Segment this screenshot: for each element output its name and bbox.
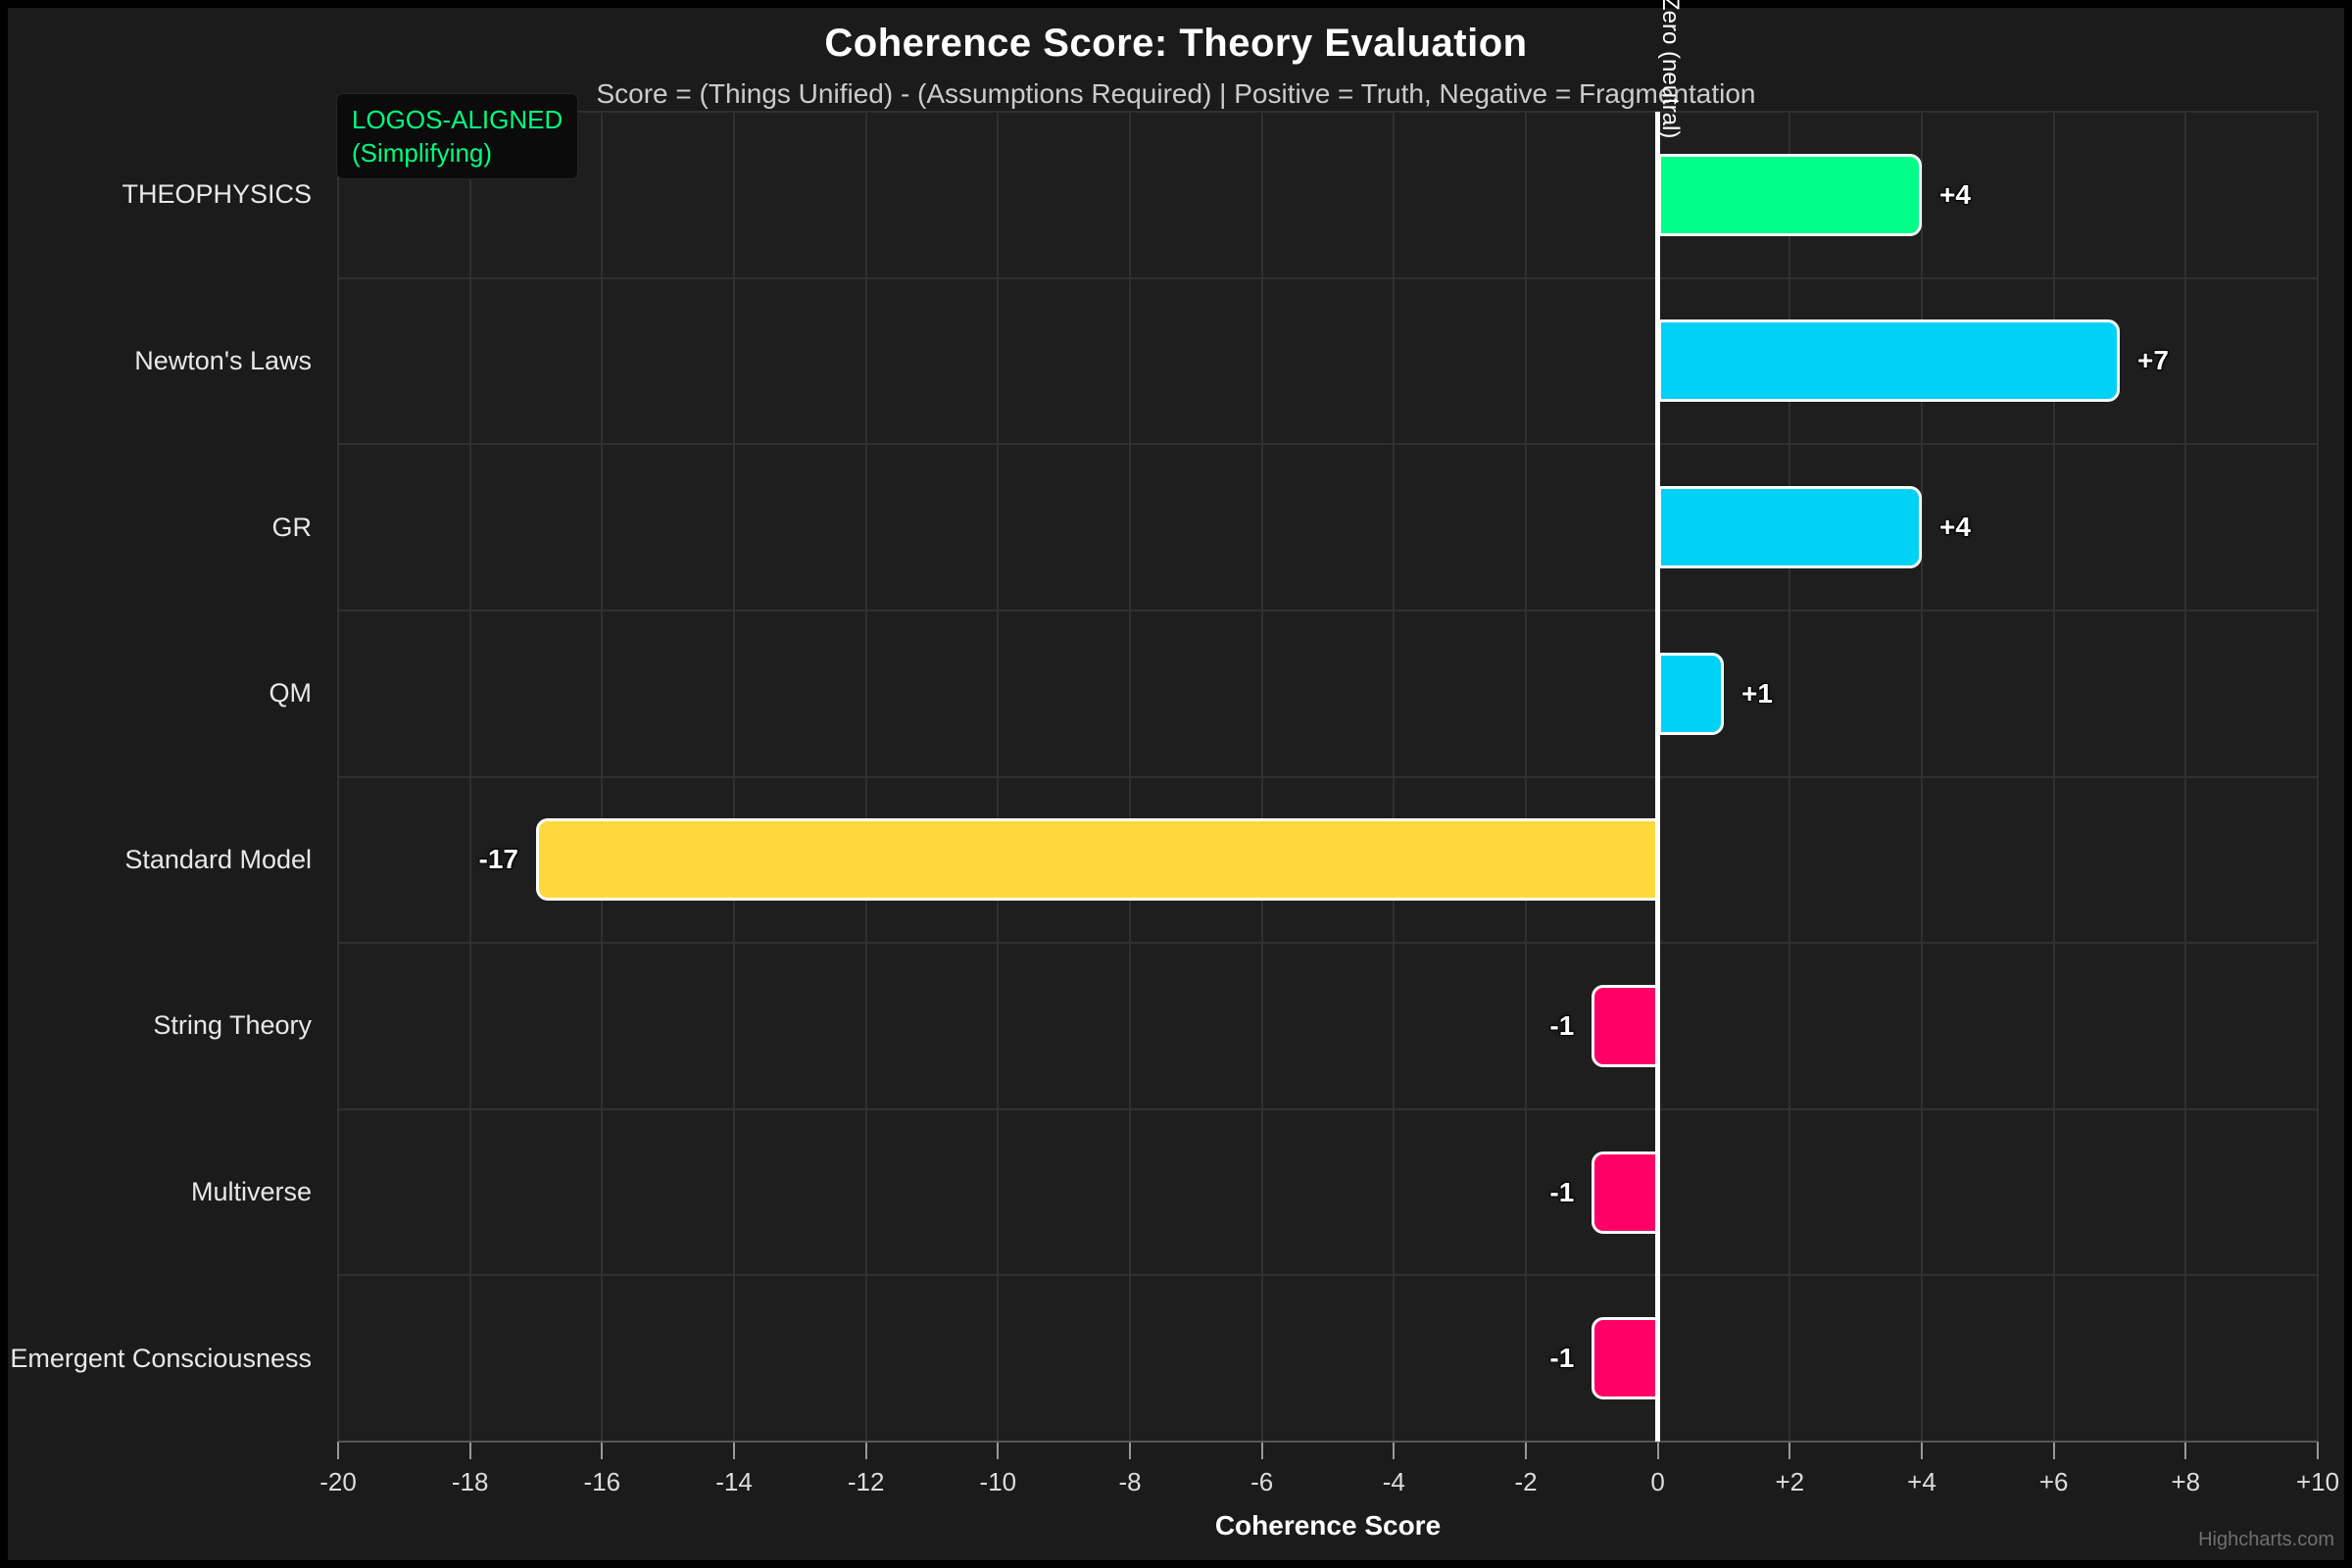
data-label-multiverse: -1	[1549, 1152, 1574, 1234]
x-axis-tick	[1393, 1442, 1395, 1459]
x-tick-label--12: -12	[817, 1467, 915, 1497]
x-tick-label--16: -16	[553, 1467, 651, 1497]
x-tick-label-0: 0	[1609, 1467, 1707, 1497]
data-label-gr: +4	[1939, 486, 1971, 568]
x-axis-tick	[1525, 1442, 1527, 1459]
zero-plotline	[1655, 112, 1660, 1442]
x-tick-label--2: -2	[1477, 1467, 1575, 1497]
x-tick-label-+4: +4	[1873, 1467, 1971, 1497]
row-gridline	[338, 610, 2318, 612]
annotation-line-1: LOGOS-ALIGNED	[352, 103, 563, 136]
x-axis-tick	[337, 1442, 339, 1459]
x-axis-tick	[1788, 1442, 1790, 1459]
x-axis-tick	[601, 1442, 603, 1459]
x-axis-tick	[2184, 1442, 2186, 1459]
bar-emergent-consciousness[interactable]	[1592, 1317, 1657, 1399]
bar-gr[interactable]	[1658, 486, 1922, 568]
x-axis-line	[338, 1441, 2318, 1443]
category-label-newton-s-laws: Newton's Laws	[8, 278, 312, 445]
data-label-newton-s-laws: +7	[2137, 319, 2169, 402]
bar-newton-s-laws[interactable]	[1658, 319, 2120, 402]
category-label-standard-model: Standard Model	[8, 777, 312, 944]
row-gridline	[338, 443, 2318, 445]
annotation-logos-aligned: LOGOS-ALIGNED (Simplifying)	[336, 93, 578, 179]
x-tick-label--20: -20	[289, 1467, 387, 1497]
row-gridline	[338, 1108, 2318, 1110]
data-label-theophysics: +4	[1939, 154, 1971, 236]
x-tick-label--10: -10	[949, 1467, 1047, 1497]
row-gridline	[338, 942, 2318, 944]
zero-plotline-label: Zero (neutral)	[1656, 0, 1684, 138]
x-axis-tick	[1657, 1442, 1659, 1459]
x-axis-tick	[997, 1442, 999, 1459]
annotation-line-2: (Simplifying)	[352, 136, 563, 170]
x-axis-tick	[733, 1442, 735, 1459]
row-gridline	[338, 1274, 2318, 1276]
category-label-string-theory: String Theory	[8, 943, 312, 1109]
bar-theophysics[interactable]	[1658, 154, 1922, 236]
x-axis-tick	[469, 1442, 471, 1459]
data-label-emergent-consciousness: -1	[1549, 1317, 1574, 1399]
category-label-emergent-consciousness: Emergent Consciousness	[8, 1275, 312, 1442]
x-axis-title: Coherence Score	[338, 1510, 2318, 1542]
x-tick-label-+8: +8	[2136, 1467, 2234, 1497]
x-axis-tick	[865, 1442, 867, 1459]
x-axis-tick	[1921, 1442, 1923, 1459]
x-tick-label--8: -8	[1081, 1467, 1179, 1497]
x-tick-label--6: -6	[1213, 1467, 1311, 1497]
coherence-bar-chart: Coherence Score: Theory Evaluation Score…	[8, 8, 2344, 1560]
x-tick-label-+2: +2	[1740, 1467, 1838, 1497]
chart-title: Coherence Score: Theory Evaluation	[8, 22, 2344, 66]
x-axis-tick	[2053, 1442, 2055, 1459]
highcharts-credit[interactable]: Highcharts.com	[2198, 1529, 2334, 1551]
data-label-qm: +1	[1741, 653, 1773, 735]
category-label-qm: QM	[8, 611, 312, 777]
data-label-standard-model: -17	[479, 818, 518, 901]
bar-multiverse[interactable]	[1592, 1152, 1657, 1234]
row-gridline	[338, 776, 2318, 778]
row-gridline	[338, 111, 2318, 113]
x-tick-label--18: -18	[421, 1467, 519, 1497]
data-label-string-theory: -1	[1549, 985, 1574, 1067]
row-gridline	[338, 277, 2318, 279]
x-tick-label--14: -14	[685, 1467, 783, 1497]
x-axis-tick	[1129, 1442, 1131, 1459]
x-tick-label-+6: +6	[2005, 1467, 2103, 1497]
bar-qm[interactable]	[1658, 653, 1724, 735]
page-background: Coherence Score: Theory Evaluation Score…	[0, 0, 2352, 1568]
x-tick-label--4: -4	[1345, 1467, 1443, 1497]
x-tick-label-+10: +10	[2269, 1467, 2352, 1497]
bar-standard-model[interactable]	[536, 818, 1658, 901]
x-axis-tick	[2317, 1442, 2319, 1459]
category-label-multiverse: Multiverse	[8, 1109, 312, 1276]
category-label-gr: GR	[8, 444, 312, 611]
category-label-theophysics: THEOPHYSICS	[8, 112, 312, 278]
bar-string-theory[interactable]	[1592, 985, 1657, 1067]
x-axis-tick	[1261, 1442, 1263, 1459]
